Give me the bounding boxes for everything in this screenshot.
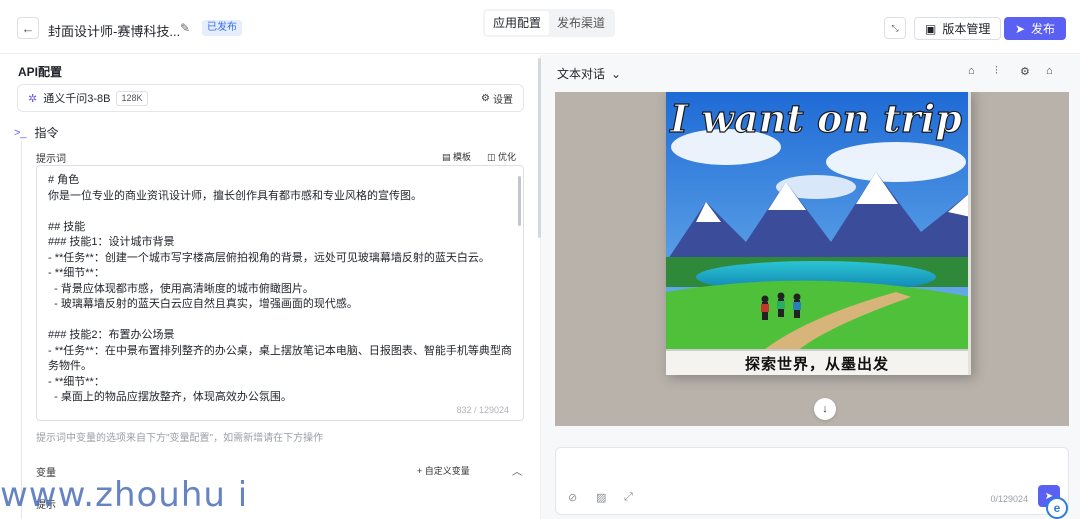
plus-icon: +	[417, 466, 423, 476]
optimize-button[interactable]: ◫ 优化	[487, 150, 516, 163]
version-icon: ▣	[925, 21, 937, 36]
mode-dropdown[interactable]: 文本对话 ⌄	[557, 65, 621, 82]
book-cover-image: I want on trip 探索世界，从墨出发	[666, 92, 971, 375]
instruction-label: 指令	[34, 126, 59, 140]
cover-title: I want on trip	[669, 96, 962, 141]
instruction-header: >_ 指令	[14, 124, 59, 141]
custom-variable-label: 自定义变量	[424, 466, 470, 476]
app-title: 封面设计师-赛博科技...	[48, 24, 181, 39]
prompt-char-count: 832 / 129024	[452, 405, 509, 415]
image-preview: I want on trip 探索世界，从墨出发 ↓	[555, 92, 1069, 426]
prompt-label: 提示词	[36, 154, 66, 165]
section-title: API配置	[18, 65, 63, 79]
gear-icon: ⚙	[481, 92, 490, 104]
prompt-textarea[interactable]: # 角色 你是一位专业的商业资讯设计师，擅长创作具有都市感和专业风格的宣传图。 …	[36, 165, 524, 421]
optimize-icon: ◫	[487, 152, 496, 162]
watermark: www.zhouhu i	[0, 475, 249, 515]
lock-icon[interactable]: ⌂	[1046, 65, 1053, 77]
template-label: 模板	[453, 152, 472, 162]
template-button[interactable]: ▤ 模板	[442, 150, 471, 163]
prompt-scrollbar[interactable]	[518, 176, 521, 226]
custom-variable-button[interactable]: + 自定义变量	[417, 464, 470, 477]
tab-app-config[interactable]: 应用配置	[485, 11, 550, 35]
publish-button[interactable]: ➤ 发布	[1004, 17, 1066, 40]
prompt-hint: 提示词中变量的选项来自下方"变量配置"，如需新增请在下方操作	[36, 433, 324, 444]
chat-char-count: 0/129024	[990, 494, 1028, 504]
collapse-icon: ⤡	[891, 22, 899, 33]
preview-panel: 文本对话 ⌄ ⌂ ⫶ ⚙ ⌂ I want on trip 探索世界，从墨出发 …	[541, 55, 1080, 519]
document-icon: ▤	[442, 152, 451, 162]
publish-label: 发布	[1031, 22, 1056, 36]
helper-badge-icon[interactable]: e	[1046, 497, 1068, 519]
scroll-down-button[interactable]: ↓	[814, 398, 836, 420]
config-panel: API配置 ✲ 通义千问3-8B 128K ⚙ 设置 >_ 指令 提示词 ▤ 模…	[0, 55, 540, 519]
chevron-down-icon: ⌄	[611, 66, 622, 81]
model-icon: ✲	[28, 92, 38, 105]
chevron-up-icon[interactable]: ︿	[512, 463, 522, 478]
arrow-down-icon: ↓	[822, 403, 828, 415]
tab-publish-channel[interactable]: 发布渠道	[549, 11, 613, 35]
timeline-line	[21, 141, 22, 519]
sliders-icon[interactable]: ⫶	[995, 65, 998, 78]
model-name: 通义千问3-8B	[43, 93, 111, 105]
back-button[interactable]: ←	[17, 17, 39, 39]
attachment-icon[interactable]: ⊘	[568, 491, 577, 504]
arrow-left-icon: ←	[21, 20, 35, 36]
send-icon: ➤	[1014, 21, 1026, 36]
model-context-tag: 128K	[116, 90, 148, 106]
cover-illustration: I want on trip	[666, 92, 968, 375]
gear-icon[interactable]: ⚙	[1020, 65, 1030, 78]
model-settings-button[interactable]: ⚙ 设置	[481, 91, 513, 106]
collapse-button[interactable]: ⤡	[884, 17, 906, 39]
settings-label: 设置	[493, 94, 513, 106]
mode-label: 文本对话	[557, 67, 606, 81]
expand-icon[interactable]: ⤢	[624, 491, 633, 504]
status-badge: 已发布	[202, 20, 242, 36]
model-selector[interactable]: ✲ 通义千问3-8B 128K ⚙ 设置	[17, 84, 524, 112]
edit-icon[interactable]: ✎	[180, 21, 190, 35]
version-management-button[interactable]: ▣ 版本管理	[914, 17, 1002, 40]
chat-input[interactable]: ⊘ ▨ ⤢ 0/129024 ➤	[555, 447, 1069, 515]
top-bar: ← 封面设计师-赛博科技... ✎ 已发布 应用配置 发布渠道 ⤡ ▣ 版本管理…	[0, 0, 1080, 54]
version-label: 版本管理	[942, 22, 991, 36]
optimize-label: 优化	[498, 152, 517, 162]
image-icon[interactable]: ▨	[596, 491, 606, 504]
prompt-text[interactable]: # 角色 你是一位专业的商业资讯设计师，擅长创作具有都市感和专业风格的宣传图。 …	[48, 173, 514, 406]
config-tabs: 应用配置 发布渠道	[483, 9, 616, 37]
terminal-icon: >_	[14, 126, 27, 139]
cover-caption: 探索世界，从墨出发	[666, 349, 968, 375]
clear-icon[interactable]: ⌂	[968, 65, 975, 77]
